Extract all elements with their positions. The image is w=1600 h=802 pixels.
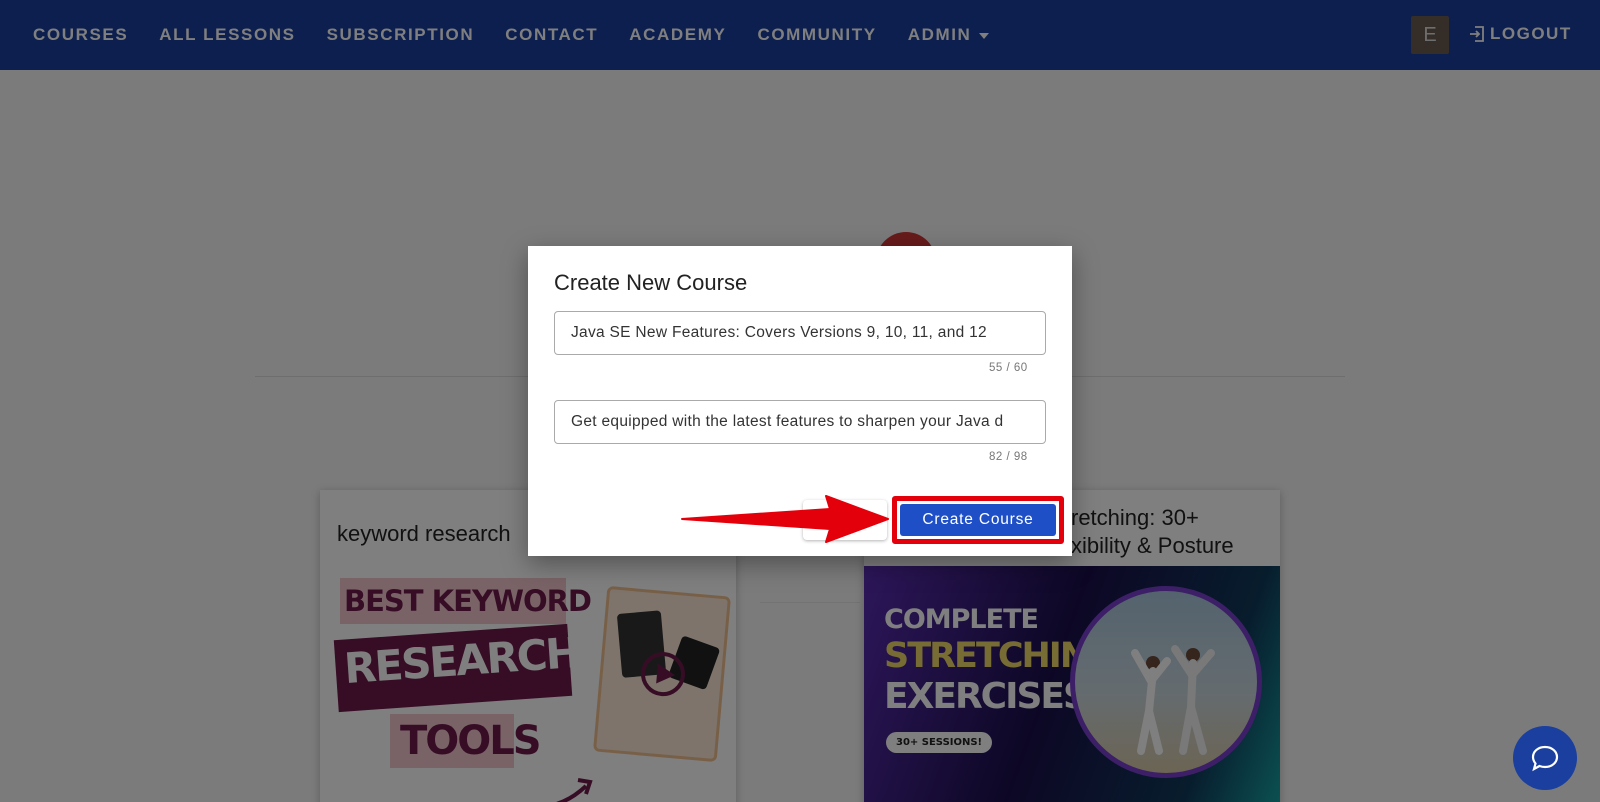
create-course-button[interactable]: Create Course — [900, 504, 1056, 536]
course-description-input[interactable]: Get equipped with the latest features to… — [554, 400, 1046, 444]
course-title-input[interactable]: Java SE New Features: Covers Versions 9,… — [554, 311, 1046, 355]
annotation-arrow-icon — [681, 495, 889, 543]
description-char-counter: 82 / 98 — [989, 451, 1028, 463]
title-char-counter: 55 / 60 — [989, 362, 1028, 374]
dialog-title: Create New Course — [554, 270, 748, 295]
chat-icon — [1531, 745, 1559, 772]
chat-button[interactable] — [1513, 726, 1577, 790]
